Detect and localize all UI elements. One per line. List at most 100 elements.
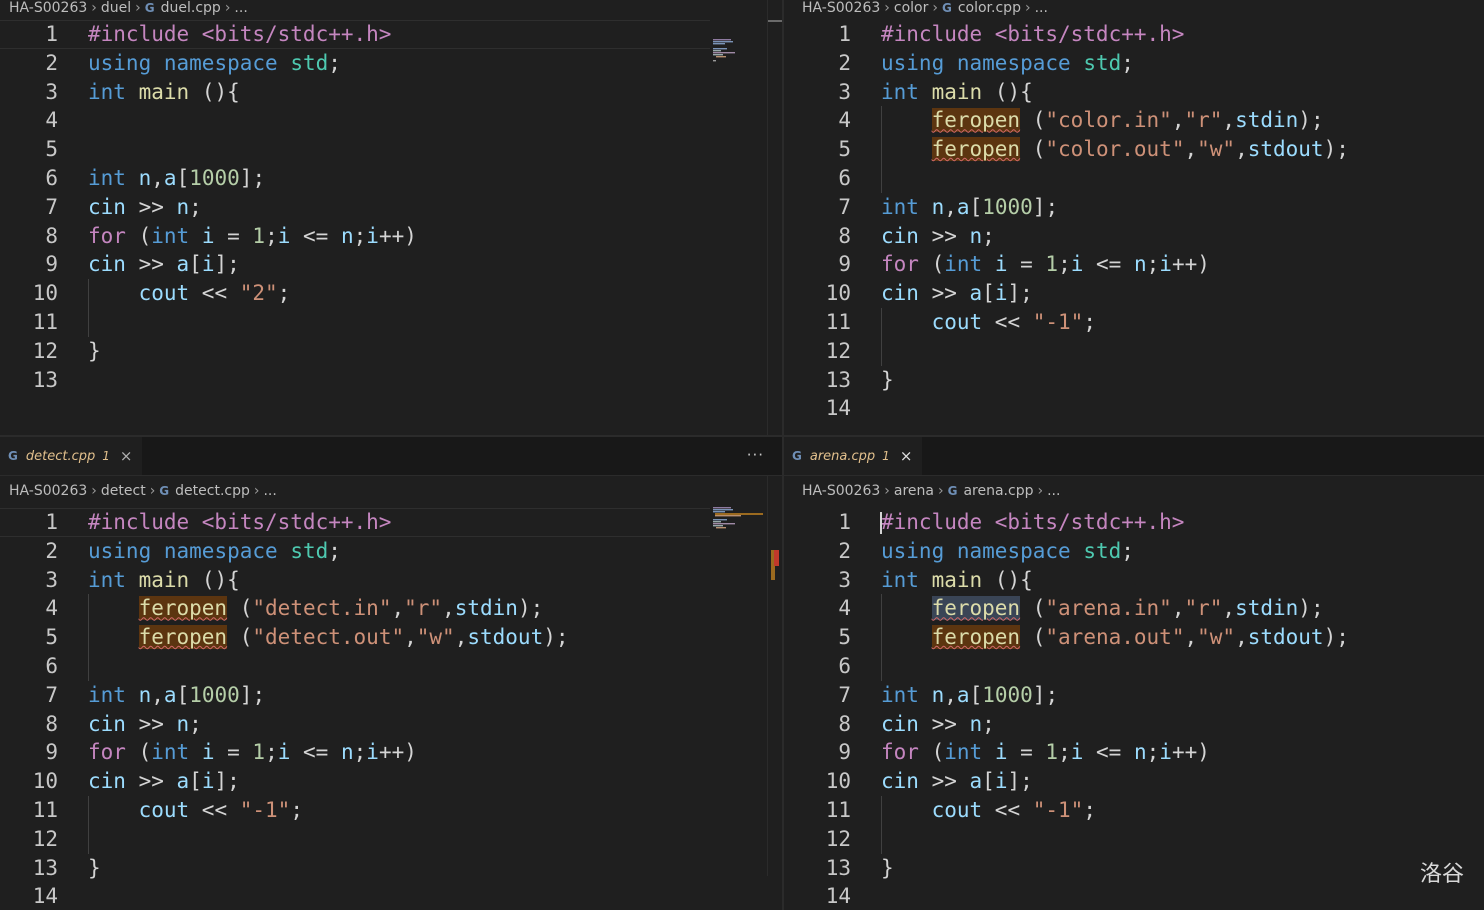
- cpp-file-icon: G: [159, 484, 170, 498]
- code-line: 9 for (int i = 1;i <= n;i++): [45, 740, 417, 765]
- code-line: 10 cin >> a[i];: [825, 769, 1033, 794]
- chevron-right-icon: ›: [149, 483, 156, 499]
- code-line: 3 int main (){: [838, 79, 1033, 104]
- chevron-right-icon: ›: [253, 483, 260, 499]
- code-line: 11: [0, 307, 782, 337]
- code-line: 12}: [32, 338, 101, 363]
- code-line: 8 cin >> n;: [838, 711, 995, 736]
- code-line: 6 int n,a[1000];: [45, 165, 266, 190]
- code-line: 1 #include <bits/stdc++.h>: [45, 510, 392, 534]
- code-line: 10 cin >> a[i];: [825, 281, 1033, 306]
- code-line: 9 for (int i = 1;i <= n;i++): [838, 740, 1210, 765]
- tab-detect-cpp[interactable]: G detect.cpp 1 ×: [0, 437, 143, 475]
- code-line: 4: [45, 108, 58, 133]
- more-actions-button[interactable]: ···: [747, 446, 764, 464]
- code-line: 9 cin >> a[i];: [45, 252, 240, 277]
- chevron-right-icon: ›: [884, 0, 890, 16]
- breadcrumb-root[interactable]: HA-S00263: [9, 483, 87, 499]
- problem-count-badge: 1: [882, 449, 890, 463]
- code-line: 8 for (int i = 1;i <= n;i++): [45, 223, 417, 248]
- code-line: 7 int n,a[1000];: [838, 194, 1059, 219]
- code-line: 3 int main (){: [45, 567, 240, 592]
- code-line: 6: [784, 163, 1484, 193]
- editor-pane-duel: HA-S00263 › duel › Gduel.cpp ›... 1 #include <…: [0, 0, 782, 435]
- breadcrumb-file[interactable]: arena.cpp: [963, 483, 1033, 499]
- chevron-right-icon: ›: [884, 483, 890, 499]
- chevron-right-icon: ›: [1037, 483, 1044, 499]
- code-line: 4 feropen ("detect.in","r",stdin);: [0, 594, 782, 624]
- code-line: 4 feropen ("arena.in","r",stdin);: [784, 594, 1484, 624]
- code-line: 1 #include <bits/stdc++.h>: [45, 22, 392, 46]
- close-icon[interactable]: ×: [120, 447, 133, 465]
- code-line: 5: [45, 137, 58, 162]
- breadcrumb: HA-S00263 › color › Gcolor.cpp ›...: [784, 0, 1484, 18]
- breadcrumb-more[interactable]: ...: [1047, 483, 1060, 499]
- code-line: 10 cout << "2";: [0, 279, 782, 308]
- chevron-right-icon: ›: [91, 0, 97, 16]
- code-editor[interactable]: 1 #include <bits/stdc++.h> 2 using namespa…: [0, 0, 782, 435]
- chevron-right-icon: ›: [932, 0, 938, 16]
- breadcrumb-more[interactable]: ...: [1035, 0, 1048, 16]
- chevron-right-icon: ›: [224, 0, 231, 16]
- code-line: 3 int main (){: [45, 79, 240, 104]
- cpp-file-icon: G: [144, 1, 155, 15]
- code-line: 10 cin >> a[i];: [32, 769, 240, 794]
- editor-pane-detect: G detect.cpp 1 × ··· HA-S00263 › detect › Gd…: [0, 437, 782, 910]
- watermark: 洛谷: [1419, 862, 1464, 887]
- breadcrumb-file[interactable]: detect.cpp: [175, 483, 250, 499]
- code-line: 5 feropen ("arena.out","w",stdout);: [784, 623, 1484, 652]
- code-line: 12: [784, 824, 1484, 854]
- code-line: 1 #include <bits/stdc++.h>: [838, 510, 1185, 534]
- code-line: 4 feropen ("color.in","r",stdin);: [784, 106, 1484, 136]
- code-line: 7 int n,a[1000];: [838, 682, 1059, 707]
- breadcrumb-folder[interactable]: detect: [101, 483, 146, 499]
- code-line: 8 cin >> n;: [838, 223, 995, 248]
- tab-bar: G arena.cpp 1 ×: [784, 437, 1484, 476]
- code-line: 2 using namespace std;: [838, 50, 1134, 75]
- tab-label: arena.cpp: [809, 448, 876, 464]
- code-line: 11 cout << "-1";: [0, 795, 782, 825]
- breadcrumb-folder[interactable]: arena: [894, 483, 934, 499]
- editor-pane-color: HA-S00263 › color › Gcolor.cpp ›... 1 #include…: [784, 0, 1484, 435]
- code-line: 14: [825, 884, 851, 909]
- code-line: 2 using namespace std;: [45, 50, 341, 75]
- breadcrumb-more[interactable]: ...: [263, 483, 276, 499]
- tab-bar: G detect.cpp 1 × ···: [0, 437, 782, 476]
- breadcrumb-folder[interactable]: duel: [101, 0, 131, 16]
- code-line: 8 cin >> n;: [45, 711, 202, 736]
- code-line: 13}: [32, 855, 101, 880]
- code-line: 1 #include <bits/stdc++.h>: [838, 22, 1185, 46]
- code-line: 14: [825, 396, 851, 421]
- editor-pane-arena: G arena.cpp 1 × HA-S00263 › arena › Garena.c…: [784, 437, 1484, 910]
- code-line: 5 feropen ("color.out","w",stdout);: [784, 135, 1484, 164]
- code-line: 12: [0, 824, 782, 854]
- code-line: 6: [0, 651, 782, 681]
- breadcrumb: HA-S00263 › arena › Garena.cpp ›...: [784, 476, 1484, 506]
- code-line: 2 using namespace std;: [45, 538, 341, 563]
- code-line: 13}: [825, 855, 894, 880]
- breadcrumb-file[interactable]: color.cpp: [958, 0, 1021, 16]
- code-line: 14: [32, 884, 58, 909]
- text-cursor: [880, 512, 882, 534]
- breadcrumb-root[interactable]: HA-S00263: [9, 0, 87, 16]
- code-line: 11 cout << "-1";: [784, 307, 1484, 337]
- breadcrumb: HA-S00263 › detect › Gdetect.cpp ›...: [0, 476, 782, 506]
- chevron-right-icon: ›: [937, 483, 944, 499]
- breadcrumb-more[interactable]: ...: [234, 0, 247, 16]
- breadcrumb-folder[interactable]: color: [894, 0, 928, 16]
- breadcrumb-root[interactable]: HA-S00263: [802, 0, 880, 16]
- tab-label: detect.cpp: [25, 448, 96, 464]
- breadcrumb: HA-S00263 › duel › Gduel.cpp ›...: [0, 0, 782, 18]
- breadcrumb-root[interactable]: HA-S00263: [802, 483, 880, 499]
- tab-arena-cpp[interactable]: G arena.cpp 1 ×: [784, 437, 923, 475]
- breadcrumb-file[interactable]: duel.cpp: [161, 0, 221, 16]
- code-editor[interactable]: 1 #include <bits/stdc++.h> 2 using namespa…: [784, 506, 1484, 910]
- chevron-right-icon: ›: [1024, 0, 1031, 16]
- code-line: 9 for (int i = 1;i <= n;i++): [838, 252, 1210, 277]
- code-editor[interactable]: 1 #include <bits/stdc++.h> 2 using namespa…: [0, 476, 782, 910]
- cpp-file-icon: G: [792, 449, 802, 463]
- code-editor[interactable]: 1 #include <bits/stdc++.h> 2 using namespa…: [784, 18, 1484, 423]
- code-line: 11 cout << "-1";: [784, 795, 1484, 825]
- close-icon[interactable]: ×: [900, 447, 913, 465]
- code-line: 2 using namespace std;: [838, 538, 1134, 563]
